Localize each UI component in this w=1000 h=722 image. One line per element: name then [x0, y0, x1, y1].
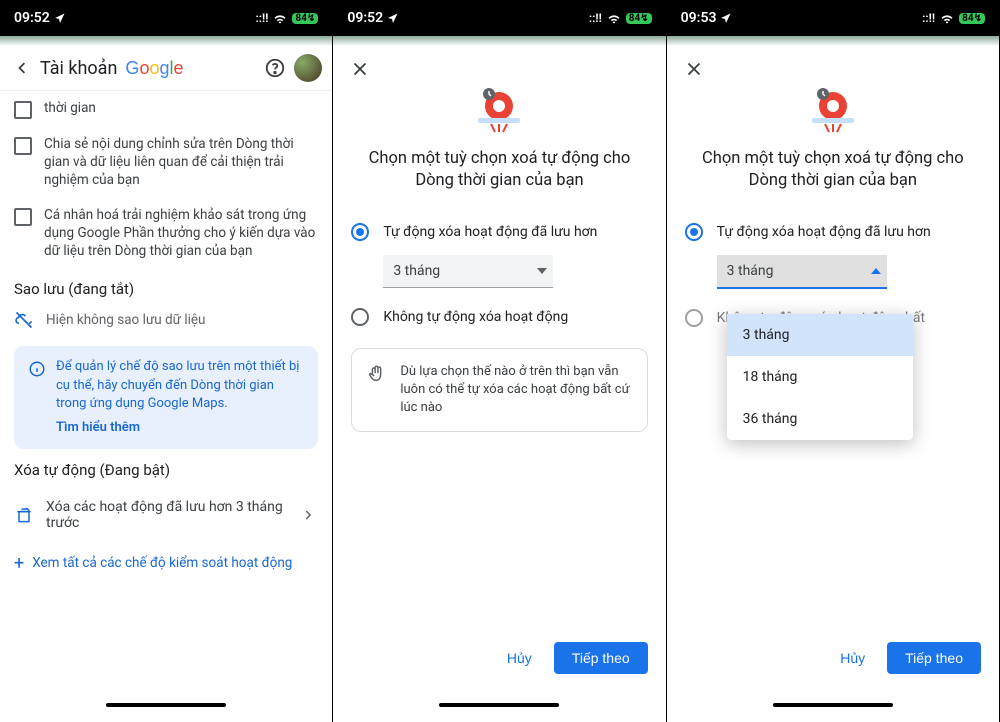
- dialog-title: Chọn một tuỳ chọn xoá tự động cho Dòng t…: [351, 148, 647, 193]
- dropdown-option-18[interactable]: 18 tháng: [727, 356, 913, 398]
- close-icon[interactable]: [349, 58, 649, 80]
- radio-auto-delete[interactable]: Tự động xóa hoạt động đã lưu hơn: [685, 217, 981, 247]
- dropdown-icon: [537, 268, 547, 274]
- radio-icon[interactable]: [685, 223, 703, 241]
- plus-icon: +: [14, 555, 24, 573]
- account-header: Tài khoản Google: [0, 46, 332, 91]
- learn-more-link[interactable]: Tìm hiểu thêm: [56, 419, 304, 437]
- dropdown-up-icon: [871, 268, 881, 274]
- checkbox-icon[interactable]: [14, 137, 32, 155]
- checkbox-row-share[interactable]: Chia sẻ nội dung chỉnh sửa trên Dòng thờ…: [14, 127, 318, 198]
- autodelete-heading: Xóa tự động (Đang bật): [14, 461, 318, 479]
- status-bar: 09:52 ::!!84↯: [333, 0, 665, 36]
- home-indicator: [667, 688, 999, 722]
- cloud-off-icon: [14, 310, 34, 330]
- dialog-footer: Hủy Tiếp theo: [667, 628, 999, 688]
- status-time: 09:52: [14, 10, 50, 26]
- next-button[interactable]: Tiếp theo: [887, 642, 981, 674]
- status-bar: 09:52 ::!! 84↯: [0, 0, 332, 36]
- chevron-right-icon: [300, 506, 318, 524]
- status-time: 09:53: [681, 10, 717, 26]
- cellular-icon: ::!!: [255, 11, 268, 25]
- hero-autodelete-icon: [474, 84, 524, 134]
- home-indicator: [0, 688, 332, 722]
- duration-dropdown[interactable]: 3 tháng 18 tháng 36 tháng: [727, 314, 913, 440]
- radio-icon[interactable]: [351, 308, 369, 326]
- autodelete-icon: [14, 505, 34, 525]
- google-logo: Google: [125, 58, 183, 79]
- cancel-button[interactable]: Hủy: [826, 642, 879, 674]
- radio-no-delete[interactable]: Không tự động xóa hoạt động: [351, 302, 647, 332]
- header-title: Tài khoản: [40, 58, 117, 79]
- radio-auto-delete[interactable]: Tự động xóa hoạt động đã lưu hơn: [351, 217, 647, 247]
- battery-icon: 84↯: [626, 13, 652, 24]
- radio-icon[interactable]: [351, 223, 369, 241]
- duration-select[interactable]: 3 tháng: [383, 255, 553, 288]
- backup-status-row: Hiện không sao lưu dữ liệu: [14, 306, 318, 334]
- dropdown-option-36[interactable]: 36 tháng: [727, 398, 913, 440]
- status-bar: 09:53 ::!!84↯: [667, 0, 999, 36]
- hand-icon: [366, 363, 388, 418]
- checkbox-icon[interactable]: [14, 101, 32, 119]
- close-icon[interactable]: [683, 58, 983, 80]
- help-icon[interactable]: [264, 57, 286, 79]
- radio-icon[interactable]: [685, 309, 703, 327]
- info-box: Để quản lý chế độ sao lưu trên một thiết…: [14, 346, 318, 449]
- checkbox-row-partial[interactable]: thời gian: [14, 91, 318, 127]
- dialog-title: Chọn một tuỳ chọn xoá tự động cho Dòng t…: [685, 148, 981, 193]
- next-button[interactable]: Tiếp theo: [554, 642, 648, 674]
- cancel-button[interactable]: Hủy: [493, 642, 546, 674]
- info-icon: [28, 360, 46, 437]
- back-icon[interactable]: [10, 57, 32, 79]
- status-time: 09:52: [347, 10, 383, 26]
- home-indicator: [333, 688, 665, 722]
- note-box: Dù lựa chọn thế nào ở trên thì bạn vẫn l…: [351, 348, 647, 433]
- battery-icon: 84↯: [959, 13, 985, 24]
- battery-icon: 84↯: [292, 13, 318, 24]
- hero-autodelete-icon: [808, 84, 858, 134]
- backup-heading: Sao lưu (đang tắt): [14, 280, 318, 298]
- dropdown-option-3[interactable]: 3 tháng: [727, 314, 913, 356]
- autodelete-row[interactable]: Xóa các hoạt động đã lưu hơn 3 tháng trư…: [14, 487, 318, 543]
- dialog-footer: Hủy Tiếp theo: [333, 628, 665, 688]
- avatar[interactable]: [294, 54, 322, 82]
- duration-select[interactable]: 3 tháng: [717, 255, 887, 289]
- checkbox-icon[interactable]: [14, 208, 32, 226]
- all-controls-link[interactable]: + Xem tất cả các chế độ kiểm soát hoạt đ…: [14, 543, 318, 577]
- checkbox-row-personalize[interactable]: Cá nhân hoá trải nghiệm khảo sát trong ứ…: [14, 198, 318, 269]
